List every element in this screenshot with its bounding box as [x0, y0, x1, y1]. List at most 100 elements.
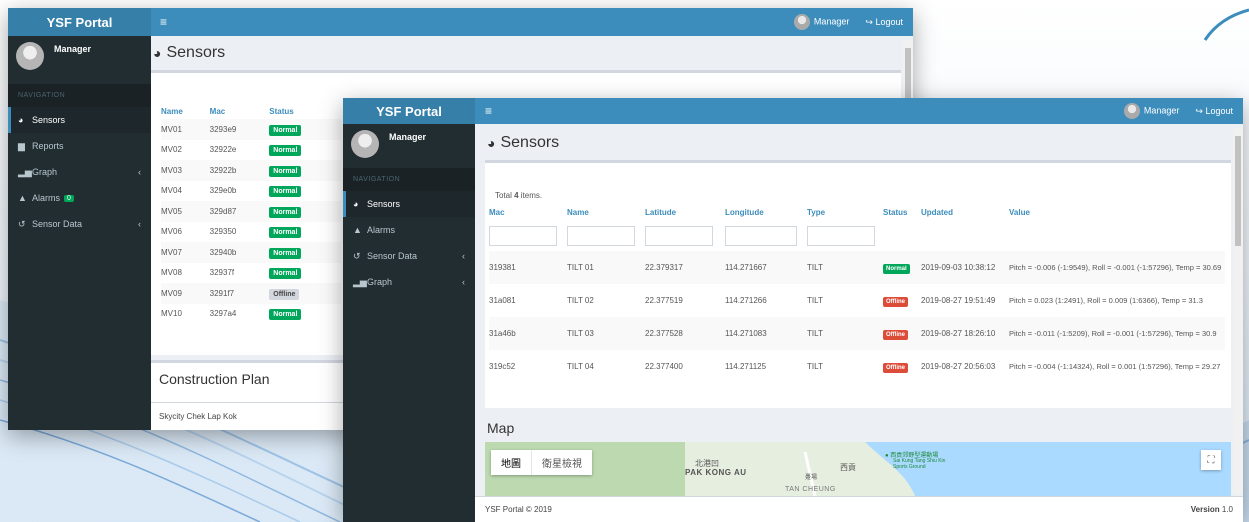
table-row[interactable]: MV01 3293e9 Normal — [161, 119, 341, 140]
front-cell-latitude: 22.377528 — [645, 329, 683, 338]
back-user-menu[interactable]: Manager — [793, 14, 849, 30]
table-row[interactable]: 31a081 TILT 02 22.377519 114.271266 TILT Offl… — [489, 284, 1225, 317]
front-sensors-table: Mac Name Latitude Longitude Type Status … — [489, 203, 1225, 383]
back-cell-name: MV04 — [161, 186, 182, 196]
table-row[interactable]: MV07 32940b Normal — [161, 242, 341, 263]
table-row[interactable]: MV03 32922b Normal — [161, 160, 341, 181]
back-nav-item-sensor-data[interactable]: ↺ Sensor Data ‹ — [8, 211, 151, 237]
front-total-prefix: Total — [495, 191, 515, 200]
table-row[interactable]: MV04 329e0b Normal — [161, 180, 341, 202]
front-col-name[interactable]: Name — [567, 203, 645, 221]
front-filter-type-input[interactable] — [807, 226, 875, 246]
front-nav-item-sensors[interactable]: ◕ Sensors — [343, 191, 475, 217]
back-cell-mac: 32940b — [209, 247, 237, 257]
back-nav-item-sensors[interactable]: ◕ Sensors — [8, 107, 151, 133]
status-badge: Normal — [269, 227, 302, 239]
front-col-mac[interactable]: Mac — [489, 203, 567, 221]
back-nav-label: Sensors — [32, 115, 66, 125]
dashboard-icon: ◕ — [353, 199, 359, 209]
history-icon: ↺ — [18, 218, 26, 229]
front-cell-name: TILT 04 — [567, 362, 594, 371]
back-cell-mac: 329350 — [209, 227, 237, 237]
status-badge: Offline — [883, 363, 908, 373]
back-cell-status: Normal — [269, 119, 341, 140]
front-map-tab-map[interactable]: 地圖 — [491, 450, 531, 475]
back-cell-mac: 32922b — [209, 165, 237, 175]
front-cell-mac: 319381 — [489, 263, 516, 272]
front-nav-item-alarms[interactable]: ▲ Alarms — [343, 217, 475, 243]
front-nav-header: NAVIGATION — [343, 168, 475, 191]
back-col-mac[interactable]: Mac — [210, 103, 270, 119]
back-logout-button[interactable]: ↪ Logout — [865, 17, 903, 28]
front-logo[interactable]: YSF Portal — [343, 98, 475, 124]
front-sensors-box: Total 4 items. Mac Name Latitude Longitu… — [485, 160, 1231, 408]
back-nav-label: Graph — [32, 167, 58, 177]
dashboard-icon: ◕ — [153, 45, 162, 61]
back-cell-status: Normal — [269, 181, 341, 202]
status-badge: Normal — [883, 264, 910, 274]
table-row[interactable]: 319c52 TILT 04 22.377400 114.271125 TILT Offl… — [489, 350, 1225, 383]
front-cell-status: Normal — [883, 251, 921, 284]
front-col-status[interactable]: Status — [883, 203, 921, 221]
chart-icon: ▂▅ — [353, 276, 367, 287]
front-col-longitude[interactable]: Longitude — [725, 203, 807, 221]
front-nav-label: Graph — [367, 277, 393, 287]
table-row[interactable]: 319381 TILT 01 22.379317 114.271667 TILT Norm… — [489, 251, 1225, 284]
front-user-menu[interactable]: Manager — [1123, 103, 1179, 119]
front-filter-mac-input[interactable] — [489, 226, 557, 246]
front-cell-latitude: 22.377400 — [645, 362, 683, 371]
front-sidebar-user-name: Manager — [389, 132, 427, 142]
front-total-suffix: items. — [518, 191, 543, 200]
back-col-status[interactable]: Status — [269, 103, 341, 119]
front-logout-button[interactable]: ↪ Logout — [1195, 106, 1233, 117]
front-col-value[interactable]: Value — [1009, 203, 1225, 221]
front-scrollbar[interactable] — [1233, 128, 1243, 494]
back-page-title: ◕ Sensors — [153, 44, 225, 62]
front-sidebar-avatar-icon — [351, 130, 379, 158]
front-footer-copyright: YSF Portal © 2019 — [485, 505, 552, 514]
back-menu-toggle-icon[interactable]: ≡ — [160, 8, 167, 36]
back-cell-status: Normal — [269, 242, 341, 263]
front-map-tab-satellite[interactable]: 衛星檢視 — [531, 450, 592, 475]
back-col-name[interactable]: Name — [161, 103, 210, 119]
front-nav-item-sensor-data[interactable]: ↺ Sensor Data ‹ — [343, 243, 475, 269]
dashboard-icon: ◕ — [18, 115, 24, 125]
table-row[interactable]: MV10 3297a4 Normal — [161, 303, 341, 324]
front-filter-latitude-input[interactable] — [645, 226, 713, 246]
chevron-left-icon: ‹ — [138, 167, 141, 177]
file-icon: ▆ — [18, 140, 25, 151]
chevron-left-icon: ‹ — [462, 251, 465, 261]
front-cell-status: Offline — [883, 317, 921, 350]
back-nav-item-alarms[interactable]: ▲ Alarms 0 — [8, 185, 151, 211]
back-cell-name: MV07 — [161, 247, 182, 257]
front-col-type[interactable]: Type — [807, 203, 883, 221]
back-cell-mac: 32922e — [209, 145, 237, 155]
front-scrollbar-thumb[interactable] — [1235, 136, 1241, 246]
back-logo[interactable]: YSF Portal — [8, 8, 151, 36]
front-menu-toggle-icon[interactable]: ≡ — [485, 98, 492, 124]
front-total-summary: Total 4 items. — [495, 191, 542, 200]
table-row[interactable]: 31a46b TILT 03 22.377528 114.271083 TILT Offl… — [489, 317, 1225, 350]
front-nav-item-graph[interactable]: ▂▅ Graph ‹ — [343, 269, 475, 295]
front-map-label-pak-kong-au: PAK KONG AU — [685, 468, 747, 477]
back-nav-item-reports[interactable]: ▆ Reports — [8, 133, 151, 159]
table-row[interactable]: MV09 3291f7 Offline — [161, 283, 341, 304]
fullscreen-icon[interactable]: ⛶ — [1201, 450, 1221, 470]
front-col-latitude[interactable]: Latitude — [645, 203, 725, 221]
front-filter-name-input[interactable] — [567, 226, 635, 246]
front-col-updated[interactable]: Updated — [921, 203, 1009, 221]
table-row[interactable]: MV08 32937f Normal — [161, 262, 341, 283]
front-map[interactable]: 地圖 衛星檢視 北港凹 PAK KONG AU 西貢 ● 西貢郊野型運動場 Sa… — [485, 442, 1231, 496]
back-cell-name: MV05 — [161, 206, 182, 216]
front-sidebar: Manager NAVIGATION ◕ Sensors ▲ Alarms ↺ Sen… — [343, 124, 475, 522]
table-row[interactable]: MV02 32922e Normal — [161, 139, 341, 160]
back-nav-item-graph[interactable]: ▂▅ Graph ‹ — [8, 159, 151, 185]
front-map-title: Map — [487, 420, 515, 436]
front-cell-latitude: 22.379317 — [645, 263, 683, 272]
front-filter-longitude-input[interactable] — [725, 226, 797, 246]
table-row[interactable]: MV06 329350 Normal — [161, 221, 341, 242]
back-logout-label: Logout — [875, 16, 903, 27]
front-nav-label: Sensor Data — [367, 251, 418, 261]
table-row[interactable]: MV05 329d87 Normal — [161, 201, 341, 222]
bell-icon: ▲ — [18, 193, 27, 203]
